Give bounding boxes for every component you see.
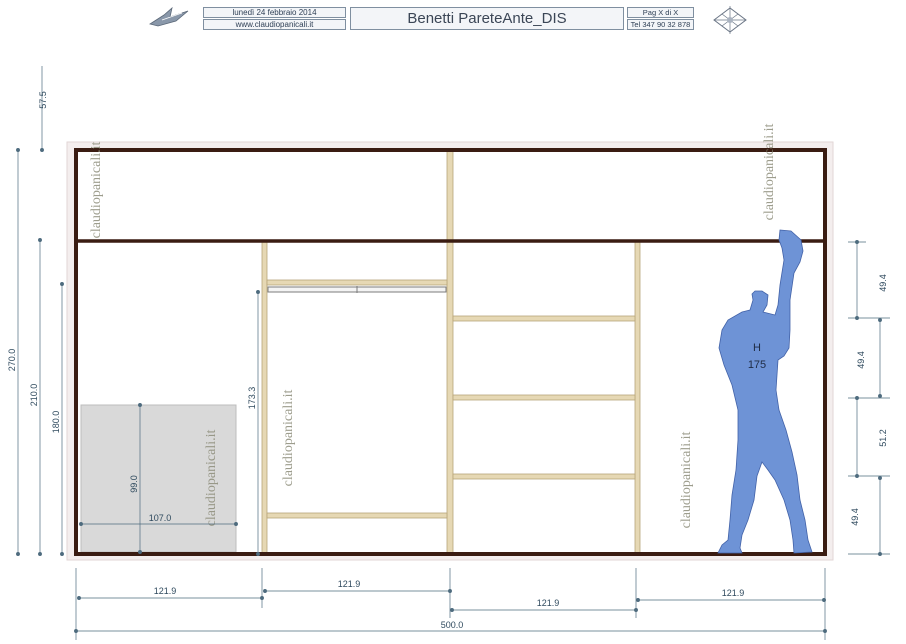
dim-box-height: 99.0 bbox=[129, 475, 139, 493]
dim-bottom-4: 121.9 bbox=[722, 588, 745, 598]
dim-bottom-1: 121.9 bbox=[154, 586, 177, 596]
dim-left-inner: 180.0 bbox=[51, 411, 61, 434]
figure-height: 175 bbox=[748, 359, 766, 371]
watermark-box: claudiopanicali.it bbox=[204, 429, 219, 526]
wardrobe-drawing: H 175 claudiopanicali.it claudiopanicali… bbox=[7, 66, 890, 640]
figure-label: H bbox=[753, 342, 761, 354]
watermark-right: claudiopanicali.it bbox=[679, 431, 694, 528]
shelf-1 bbox=[452, 315, 636, 322]
dim-bottom-2: 121.9 bbox=[338, 579, 361, 589]
dim-hanging-height: 173.3 bbox=[247, 387, 257, 410]
watermark-top-left: claudiopanicali.it bbox=[89, 141, 104, 238]
dim-bottom-total: 500.0 bbox=[441, 620, 464, 630]
center-divider bbox=[446, 150, 454, 555]
watermark-hanging: claudiopanicali.it bbox=[281, 389, 296, 486]
dim-right-3: 51.2 bbox=[878, 429, 888, 447]
dim-right-4: 49.4 bbox=[850, 508, 860, 526]
dim-bottom-3: 121.9 bbox=[537, 598, 560, 608]
dim-left-total: 270.0 bbox=[7, 349, 17, 372]
hanging-left-panel bbox=[261, 241, 268, 555]
hanging-bottom-shelf bbox=[266, 512, 448, 519]
shelf-right-panel bbox=[634, 241, 641, 555]
dim-left-top: 57.5 bbox=[38, 91, 48, 109]
watermark-top-right: claudiopanicali.it bbox=[762, 123, 777, 220]
dim-left-mid: 210.0 bbox=[29, 384, 39, 407]
dim-right-2: 49.4 bbox=[856, 351, 866, 369]
dim-right-1: 49.4 bbox=[878, 274, 888, 292]
shelf-2 bbox=[452, 394, 636, 401]
hanging-top-shelf bbox=[266, 279, 448, 286]
dim-box-width: 107.0 bbox=[149, 513, 172, 523]
shelf-3 bbox=[452, 473, 636, 480]
